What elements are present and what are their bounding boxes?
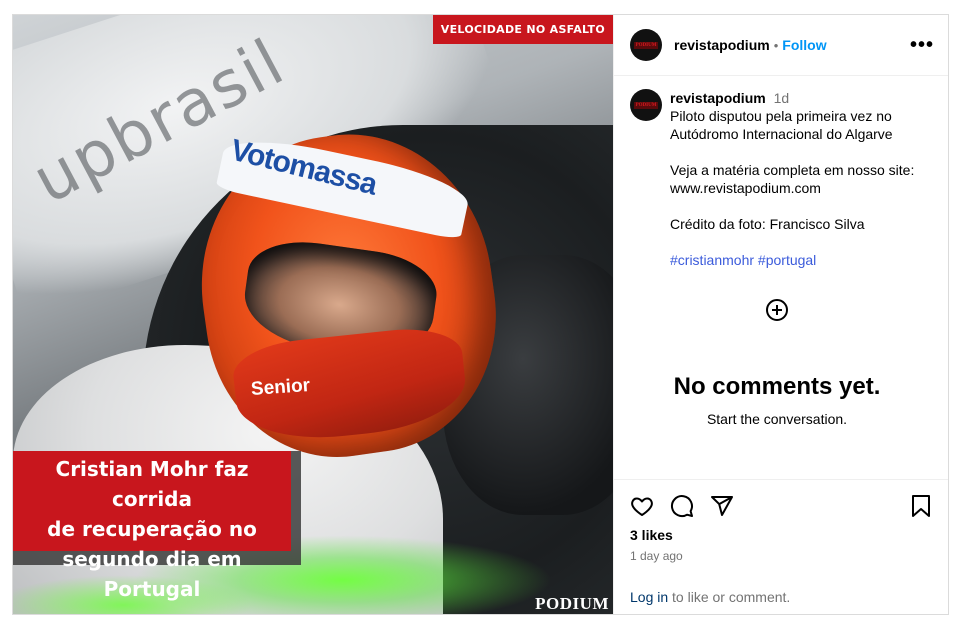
empty-comments-title: No comments yet. xyxy=(673,373,881,400)
empty-comments-subtitle: Start the conversation. xyxy=(706,411,848,427)
caption-body: revistapodium 1d Piloto disputou pela pr… xyxy=(670,89,932,269)
headline-line: Cristian Mohr faz corrida xyxy=(55,457,249,511)
login-link[interactable]: Log in xyxy=(630,589,668,605)
share-icon[interactable] xyxy=(710,494,734,518)
avatar[interactable]: PODIUM xyxy=(630,29,662,61)
login-prompt: Log in to like or comment. xyxy=(614,589,948,605)
login-prompt-text: to like or comment. xyxy=(668,589,791,605)
headline-line: de recuperação no xyxy=(47,517,257,541)
caption-avatar[interactable]: PODIUM xyxy=(630,89,662,121)
likes-count[interactable]: 3 likes xyxy=(630,527,932,543)
action-bar: 3 likes 1 day ago xyxy=(614,479,948,563)
more-options-icon[interactable]: ••• xyxy=(910,35,934,55)
post-card: upbrasil Votomassa Senior VELOCIDADE NO … xyxy=(12,14,949,615)
headline-line: segundo dia em Portugal xyxy=(62,547,242,601)
brand-watermark: PODIUM xyxy=(535,594,609,613)
caption: PODIUM revistapodium 1d Piloto disputou … xyxy=(614,76,948,479)
caption-username[interactable]: revistapodium xyxy=(670,90,766,106)
caption-line: Piloto disputou pela primeira vez no Aut… xyxy=(670,108,893,142)
bookmark-icon[interactable] xyxy=(910,494,932,518)
comment-icon[interactable] xyxy=(670,494,694,518)
headline-shadow: Cristian Mohr faz corrida de recuperação… xyxy=(13,451,301,601)
caption-time[interactable]: 1d xyxy=(774,90,790,106)
post-date[interactable]: 1 day ago xyxy=(630,549,932,563)
plus-circle-icon[interactable] xyxy=(766,299,788,321)
heart-icon[interactable] xyxy=(630,494,654,518)
follow-button[interactable]: Follow xyxy=(782,37,826,53)
category-tag: VELOCIDADE NO ASFALTO xyxy=(432,15,613,44)
caption-line: Veja a matéria completa em nosso site: w… xyxy=(670,162,915,196)
comments-panel: PODIUM revistapodium • Follow ••• PODIUM… xyxy=(613,15,948,614)
headline: Cristian Mohr faz corrida de recuperação… xyxy=(13,451,291,601)
helmet-chin-text: Senior xyxy=(250,374,311,401)
header-username[interactable]: revistapodium xyxy=(674,37,770,53)
caption-line: Crédito da foto: Francisco Silva xyxy=(670,216,865,232)
post-header: PODIUM revistapodium • Follow ••• xyxy=(614,15,948,76)
empty-comments: No comments yet. Start the conversation. xyxy=(622,373,932,427)
caption-hashtags[interactable]: #cristianmohr #portugal xyxy=(670,251,932,269)
avatar-logo-text: PODIUM xyxy=(633,41,659,49)
avatar-logo-text: PODIUM xyxy=(633,101,659,109)
separator: • xyxy=(773,37,779,53)
post-image[interactable]: upbrasil Votomassa Senior VELOCIDADE NO … xyxy=(13,15,613,614)
